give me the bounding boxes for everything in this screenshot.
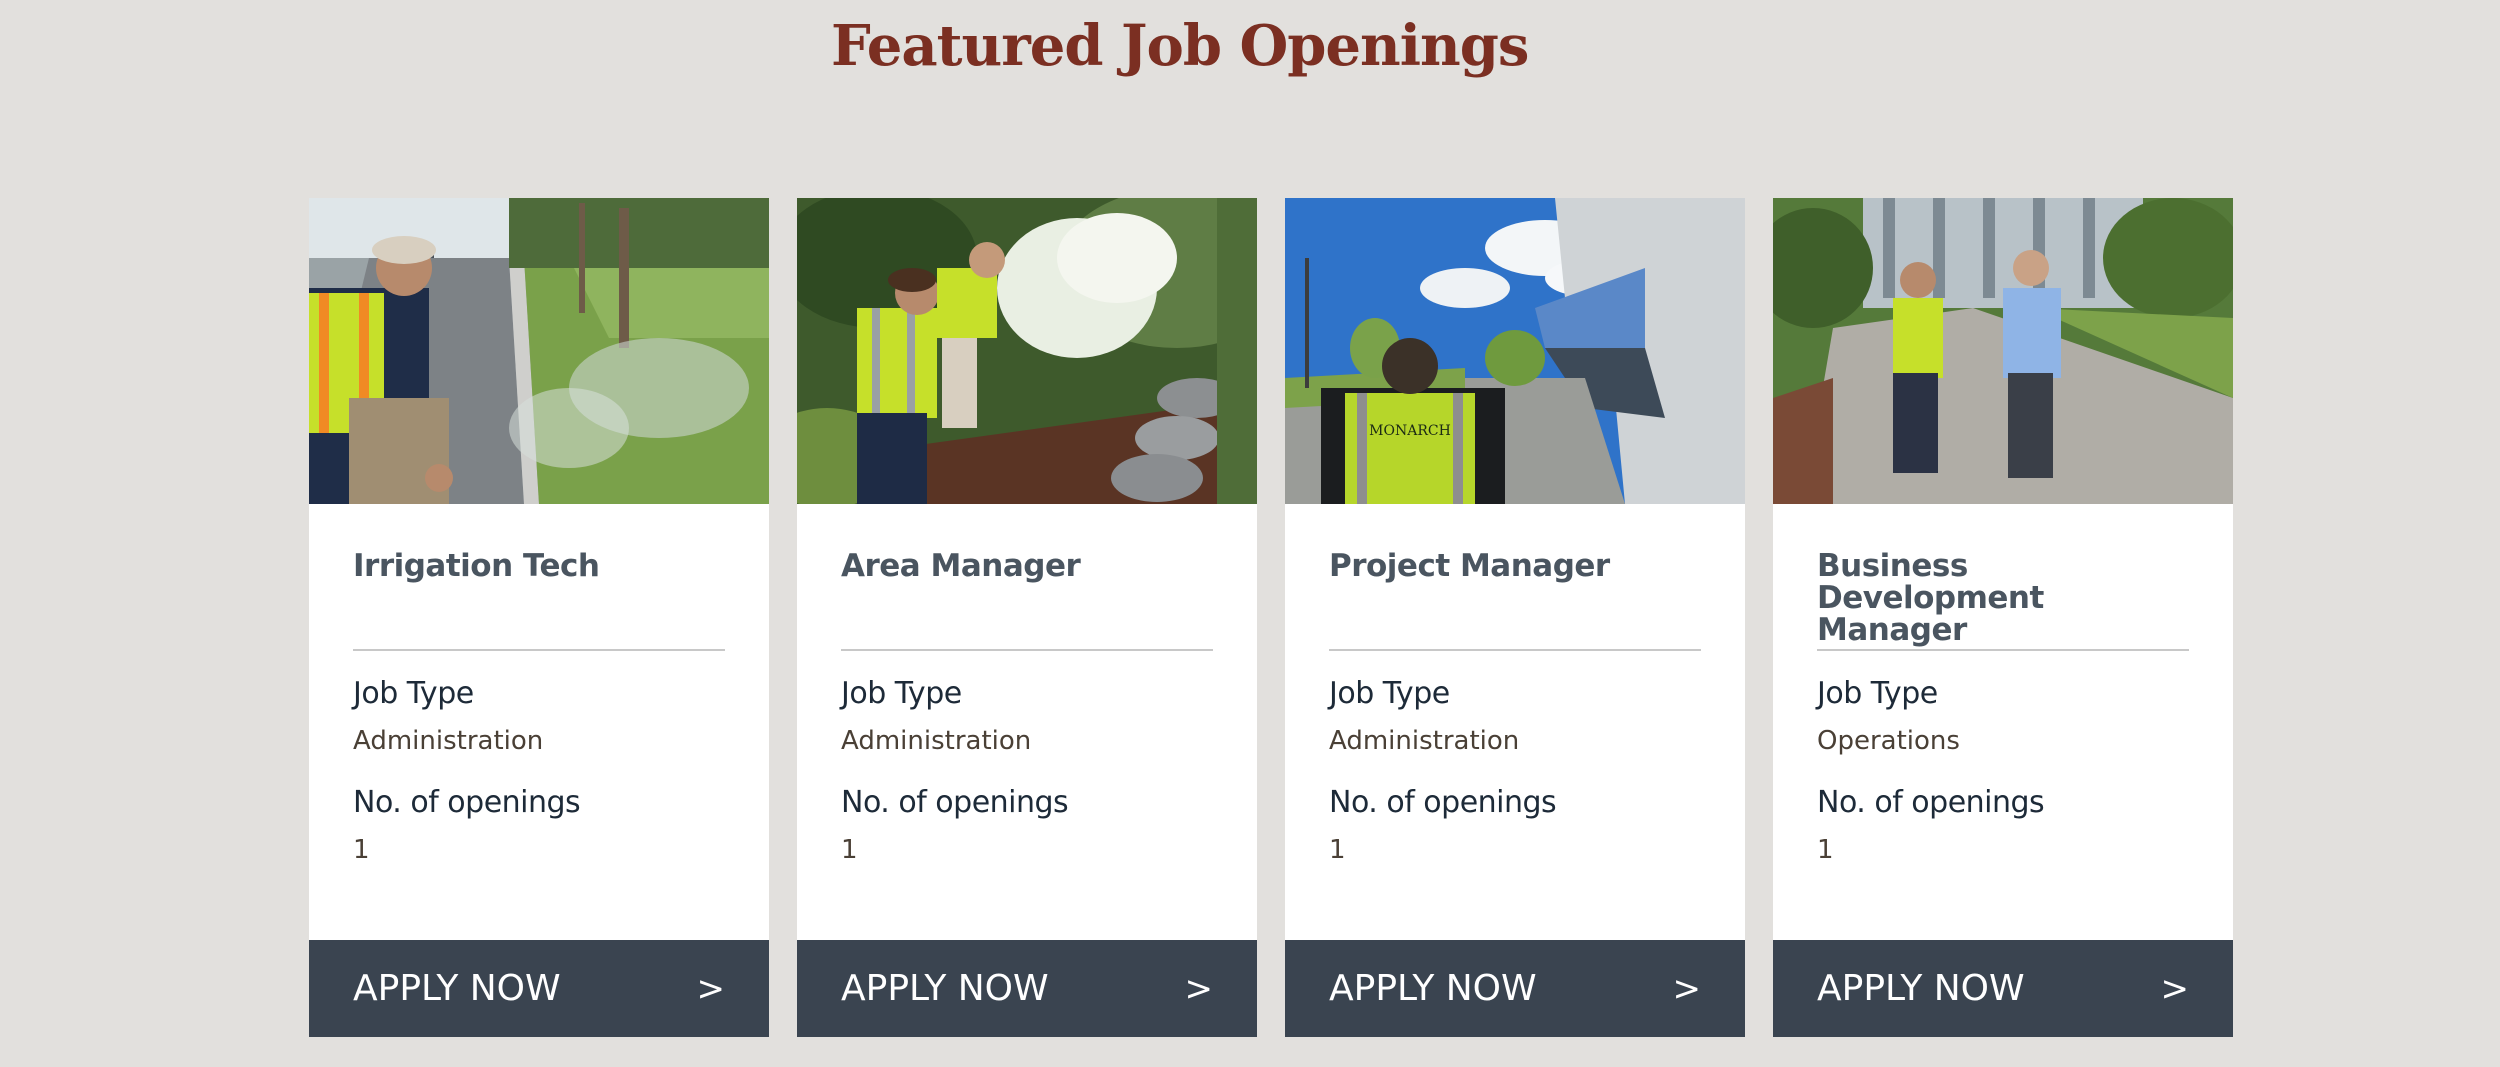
job-title: Project Manager xyxy=(1329,548,1610,584)
job-title: Area Manager xyxy=(841,548,1081,584)
openings-value: 1 xyxy=(841,835,858,865)
job-type-label: Job Type xyxy=(1817,676,1938,711)
apply-now-button[interactable]: APPLY NOW > xyxy=(309,940,769,1037)
divider xyxy=(353,649,725,651)
svg-text:MONARCH: MONARCH xyxy=(1369,423,1451,439)
openings-value: 1 xyxy=(353,835,370,865)
job-card: MONARCH Project Manager Job Type Adminis… xyxy=(1285,198,1745,1037)
chevron-right-icon: > xyxy=(1184,968,1214,1009)
chevron-right-icon: > xyxy=(2160,968,2190,1009)
section-title: Featured Job Openings xyxy=(831,13,1529,79)
job-card: Area Manager Job Type Administration No.… xyxy=(797,198,1257,1037)
divider xyxy=(1817,649,2189,651)
job-type-value: Administration xyxy=(841,726,1032,756)
openings-value: 1 xyxy=(1817,835,1834,865)
apply-now-label: APPLY NOW xyxy=(353,968,561,1009)
openings-value: 1 xyxy=(1329,835,1346,865)
job-type-value: Administration xyxy=(353,726,544,756)
openings-label: No. of openings xyxy=(841,785,1069,820)
divider xyxy=(1329,649,1701,651)
openings-label: No. of openings xyxy=(1817,785,2045,820)
apply-now-button[interactable]: APPLY NOW > xyxy=(1285,940,1745,1037)
job-type-label: Job Type xyxy=(1329,676,1450,711)
job-type-label: Job Type xyxy=(353,676,474,711)
job-type-value: Operations xyxy=(1817,726,1960,756)
chevron-right-icon: > xyxy=(696,968,726,1009)
job-title: Irrigation Tech xyxy=(353,548,600,584)
openings-label: No. of openings xyxy=(1329,785,1557,820)
chevron-right-icon: > xyxy=(1672,968,1702,1009)
apply-now-button[interactable]: APPLY NOW > xyxy=(1773,940,2233,1037)
divider xyxy=(841,649,1213,651)
job-card: Irrigation Tech Job Type Administration … xyxy=(309,198,769,1037)
apply-now-label: APPLY NOW xyxy=(1817,968,2025,1009)
job-type-label: Job Type xyxy=(841,676,962,711)
apply-now-button[interactable]: APPLY NOW > xyxy=(797,940,1257,1037)
apply-now-label: APPLY NOW xyxy=(1329,968,1537,1009)
worker-inspecting-sprinklers-photo xyxy=(309,198,769,504)
job-title: Business Development Manager xyxy=(1817,548,2044,648)
two-men-walking-campus-path-photo xyxy=(1773,198,2233,504)
job-card: Business Development Manager Job Type Op… xyxy=(1773,198,2233,1037)
workers-in-garden-bed-photo xyxy=(797,198,1257,504)
worker-at-modern-campus-photo: MONARCH xyxy=(1285,198,1745,504)
job-type-value: Administration xyxy=(1329,726,1520,756)
openings-label: No. of openings xyxy=(353,785,581,820)
apply-now-label: APPLY NOW xyxy=(841,968,1049,1009)
job-cards: Irrigation Tech Job Type Administration … xyxy=(309,198,2233,1037)
